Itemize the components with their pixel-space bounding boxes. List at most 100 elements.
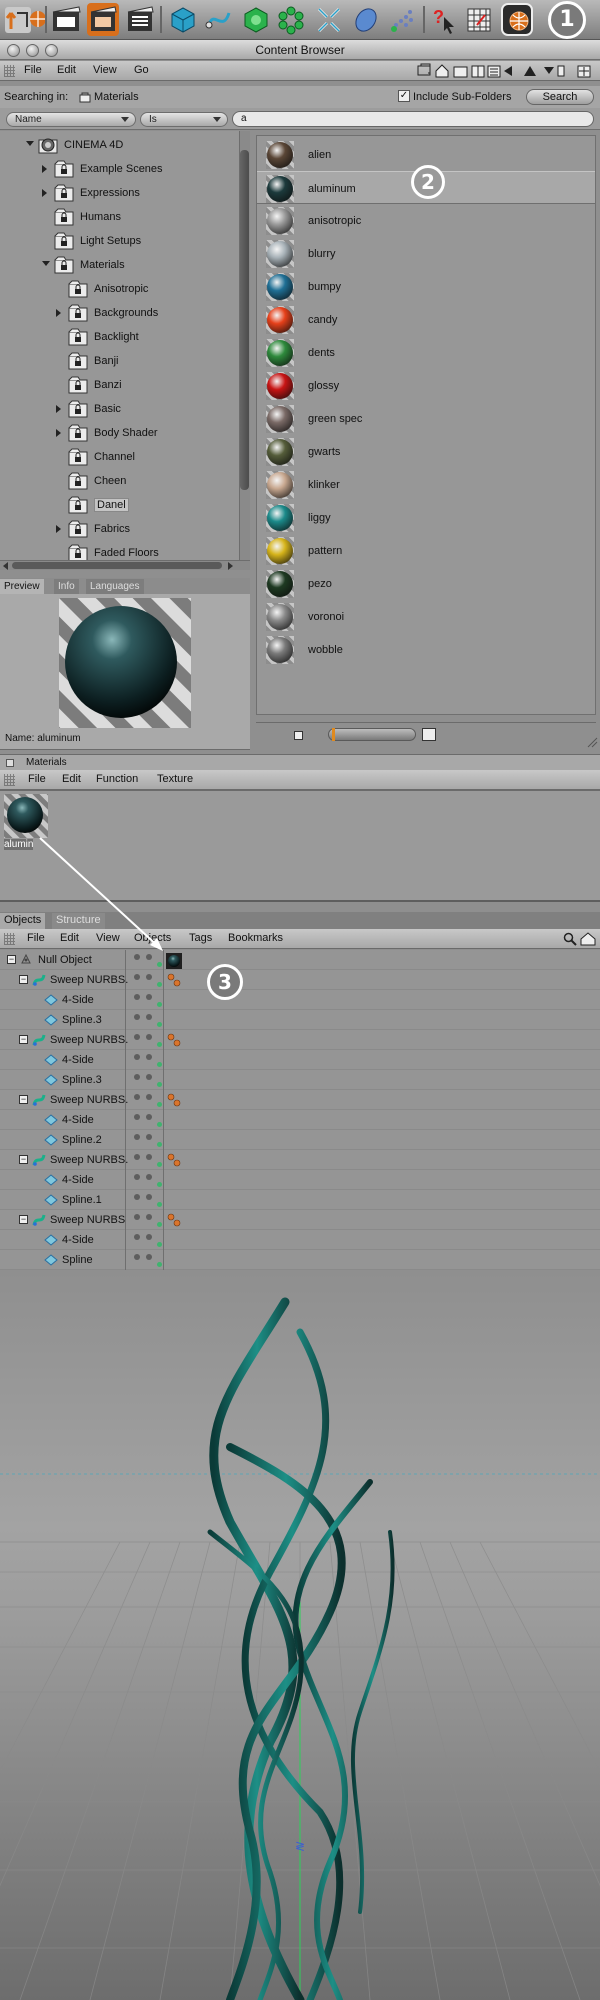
enabled-check-icon[interactable] — [157, 1042, 162, 1047]
3d-viewport[interactable]: ≷ — [0, 1272, 600, 2000]
tree-item[interactable]: Body Shader — [0, 421, 240, 445]
disclosure-closed-icon[interactable] — [56, 309, 61, 317]
render-visibility-dot[interactable] — [146, 1054, 152, 1060]
object-row[interactable]: Spline.1 — [0, 1190, 600, 1210]
particles-icon[interactable] — [386, 3, 418, 36]
object-row[interactable]: Spline — [0, 1250, 600, 1270]
enabled-check-icon[interactable] — [157, 1022, 162, 1027]
tab-languages[interactable]: Languages — [86, 579, 144, 594]
render-visibility-dot[interactable] — [146, 1194, 152, 1200]
obj-menu-tags[interactable]: Tags — [189, 932, 212, 944]
enabled-check-icon[interactable] — [157, 1262, 162, 1267]
render-visibility-dot[interactable] — [146, 974, 152, 980]
render-picture-viewer-icon[interactable] — [87, 3, 119, 36]
zoom-window-button[interactable] — [45, 44, 58, 57]
search-query-input[interactable]: a — [232, 111, 594, 127]
tree-item[interactable]: Materials — [0, 253, 240, 277]
object-row[interactable]: − Sweep NURBS. — [0, 1150, 600, 1170]
phong-tag-icon[interactable] — [167, 1213, 181, 1227]
obj-menu-bookmarks[interactable]: Bookmarks — [228, 932, 283, 944]
render-visibility-dot[interactable] — [146, 994, 152, 1000]
tree-item[interactable]: Example Scenes — [0, 157, 240, 181]
editor-visibility-dot[interactable] — [134, 1254, 140, 1260]
editor-visibility-dot[interactable] — [134, 954, 140, 960]
render-settings-icon[interactable] — [124, 3, 156, 36]
tree-item[interactable]: Banzi — [0, 373, 240, 397]
spline-pen-icon[interactable] — [203, 3, 235, 36]
editor-visibility-dot[interactable] — [134, 1074, 140, 1080]
collapse-icon[interactable]: − — [19, 1155, 28, 1164]
menu-file[interactable]: File — [24, 64, 42, 76]
editor-visibility-dot[interactable] — [134, 1114, 140, 1120]
editor-visibility-dot[interactable] — [134, 1034, 140, 1040]
editor-visibility-dot[interactable] — [134, 974, 140, 980]
cube-icon[interactable] — [167, 3, 199, 36]
collapse-icon[interactable]: − — [19, 1035, 28, 1044]
tree-item[interactable]: CINEMA 4D — [0, 133, 240, 157]
tree-hscroll-thumb[interactable] — [12, 562, 222, 569]
render-visibility-dot[interactable] — [146, 1214, 152, 1220]
tab-objects[interactable]: Objects — [0, 913, 46, 929]
render-visibility-dot[interactable] — [146, 1094, 152, 1100]
render-visibility-dot[interactable] — [146, 1134, 152, 1140]
material-item[interactable]: klinker — [257, 468, 595, 501]
field-select[interactable]: Name — [6, 112, 136, 127]
enabled-check-icon[interactable] — [157, 1222, 162, 1227]
enabled-check-icon[interactable] — [157, 982, 162, 987]
object-row[interactable]: 4-Side — [0, 1110, 600, 1130]
panel-close-icon[interactable] — [6, 759, 14, 767]
disclosure-closed-icon[interactable] — [56, 429, 61, 437]
material-item[interactable]: pezo — [257, 567, 595, 600]
material-item[interactable]: anisotropic — [257, 204, 595, 237]
menu-view[interactable]: View — [93, 64, 117, 76]
phong-tag-icon[interactable] — [167, 1153, 181, 1167]
tree-item[interactable]: Anisotropic — [0, 277, 240, 301]
obj-menu-view[interactable]: View — [96, 932, 120, 944]
collapse-icon[interactable]: − — [19, 1095, 28, 1104]
render-visibility-dot[interactable] — [146, 1014, 152, 1020]
render-visibility-dot[interactable] — [146, 1114, 152, 1120]
enabled-check-icon[interactable] — [157, 1202, 162, 1207]
object-row[interactable]: Spline.2 — [0, 1130, 600, 1150]
object-row[interactable]: − Sweep NURBS — [0, 1210, 600, 1230]
phong-tag-icon[interactable] — [167, 973, 181, 987]
editor-visibility-dot[interactable] — [134, 1134, 140, 1140]
disclosure-closed-icon[interactable] — [42, 165, 47, 173]
deformer-icon[interactable] — [313, 3, 345, 36]
enabled-check-icon[interactable] — [157, 1182, 162, 1187]
tree-item[interactable]: Basic — [0, 397, 240, 421]
material-item[interactable]: wobble — [257, 633, 595, 666]
render-visibility-dot[interactable] — [146, 1254, 152, 1260]
tree-item[interactable]: Cheen — [0, 469, 240, 493]
nurbs-icon[interactable] — [240, 3, 272, 36]
editor-visibility-dot[interactable] — [134, 1014, 140, 1020]
operator-select[interactable]: Is — [140, 112, 228, 127]
home-icon[interactable] — [580, 932, 596, 946]
tree-horizontal-scrollbar[interactable] — [0, 560, 250, 570]
mm-menu-function[interactable]: Function — [96, 773, 138, 785]
editor-visibility-dot[interactable] — [134, 994, 140, 1000]
object-row[interactable]: 4-Side — [0, 990, 600, 1010]
render-view-icon[interactable] — [50, 3, 82, 36]
globe-icon[interactable] — [22, 3, 46, 36]
tree-item[interactable]: Backgrounds — [0, 301, 240, 325]
tree-item[interactable]: Fabrics — [0, 517, 240, 541]
phong-tag-icon[interactable] — [167, 1093, 181, 1107]
large-thumbs-icon[interactable] — [422, 728, 436, 741]
thumbnail-size-slider[interactable] — [328, 728, 416, 741]
minimize-window-button[interactable] — [26, 44, 39, 57]
small-thumbs-icon[interactable] — [294, 731, 303, 740]
environment-icon[interactable] — [350, 3, 382, 36]
material-item[interactable]: voronoi — [257, 600, 595, 633]
disclosure-open-icon[interactable] — [26, 141, 34, 146]
enabled-check-icon[interactable] — [157, 1242, 162, 1247]
help-cursor-icon[interactable]: ? — [428, 3, 460, 36]
material-swatch[interactable] — [4, 794, 48, 838]
collapse-icon[interactable]: − — [19, 1215, 28, 1224]
object-row[interactable]: 4-Side — [0, 1230, 600, 1250]
mm-menu-edit[interactable]: Edit — [62, 773, 81, 785]
tree-item[interactable]: Humans — [0, 205, 240, 229]
object-row[interactable]: Spline.3 — [0, 1010, 600, 1030]
thumbnail-size-knob[interactable] — [332, 728, 335, 741]
search-icon[interactable] — [563, 932, 577, 946]
